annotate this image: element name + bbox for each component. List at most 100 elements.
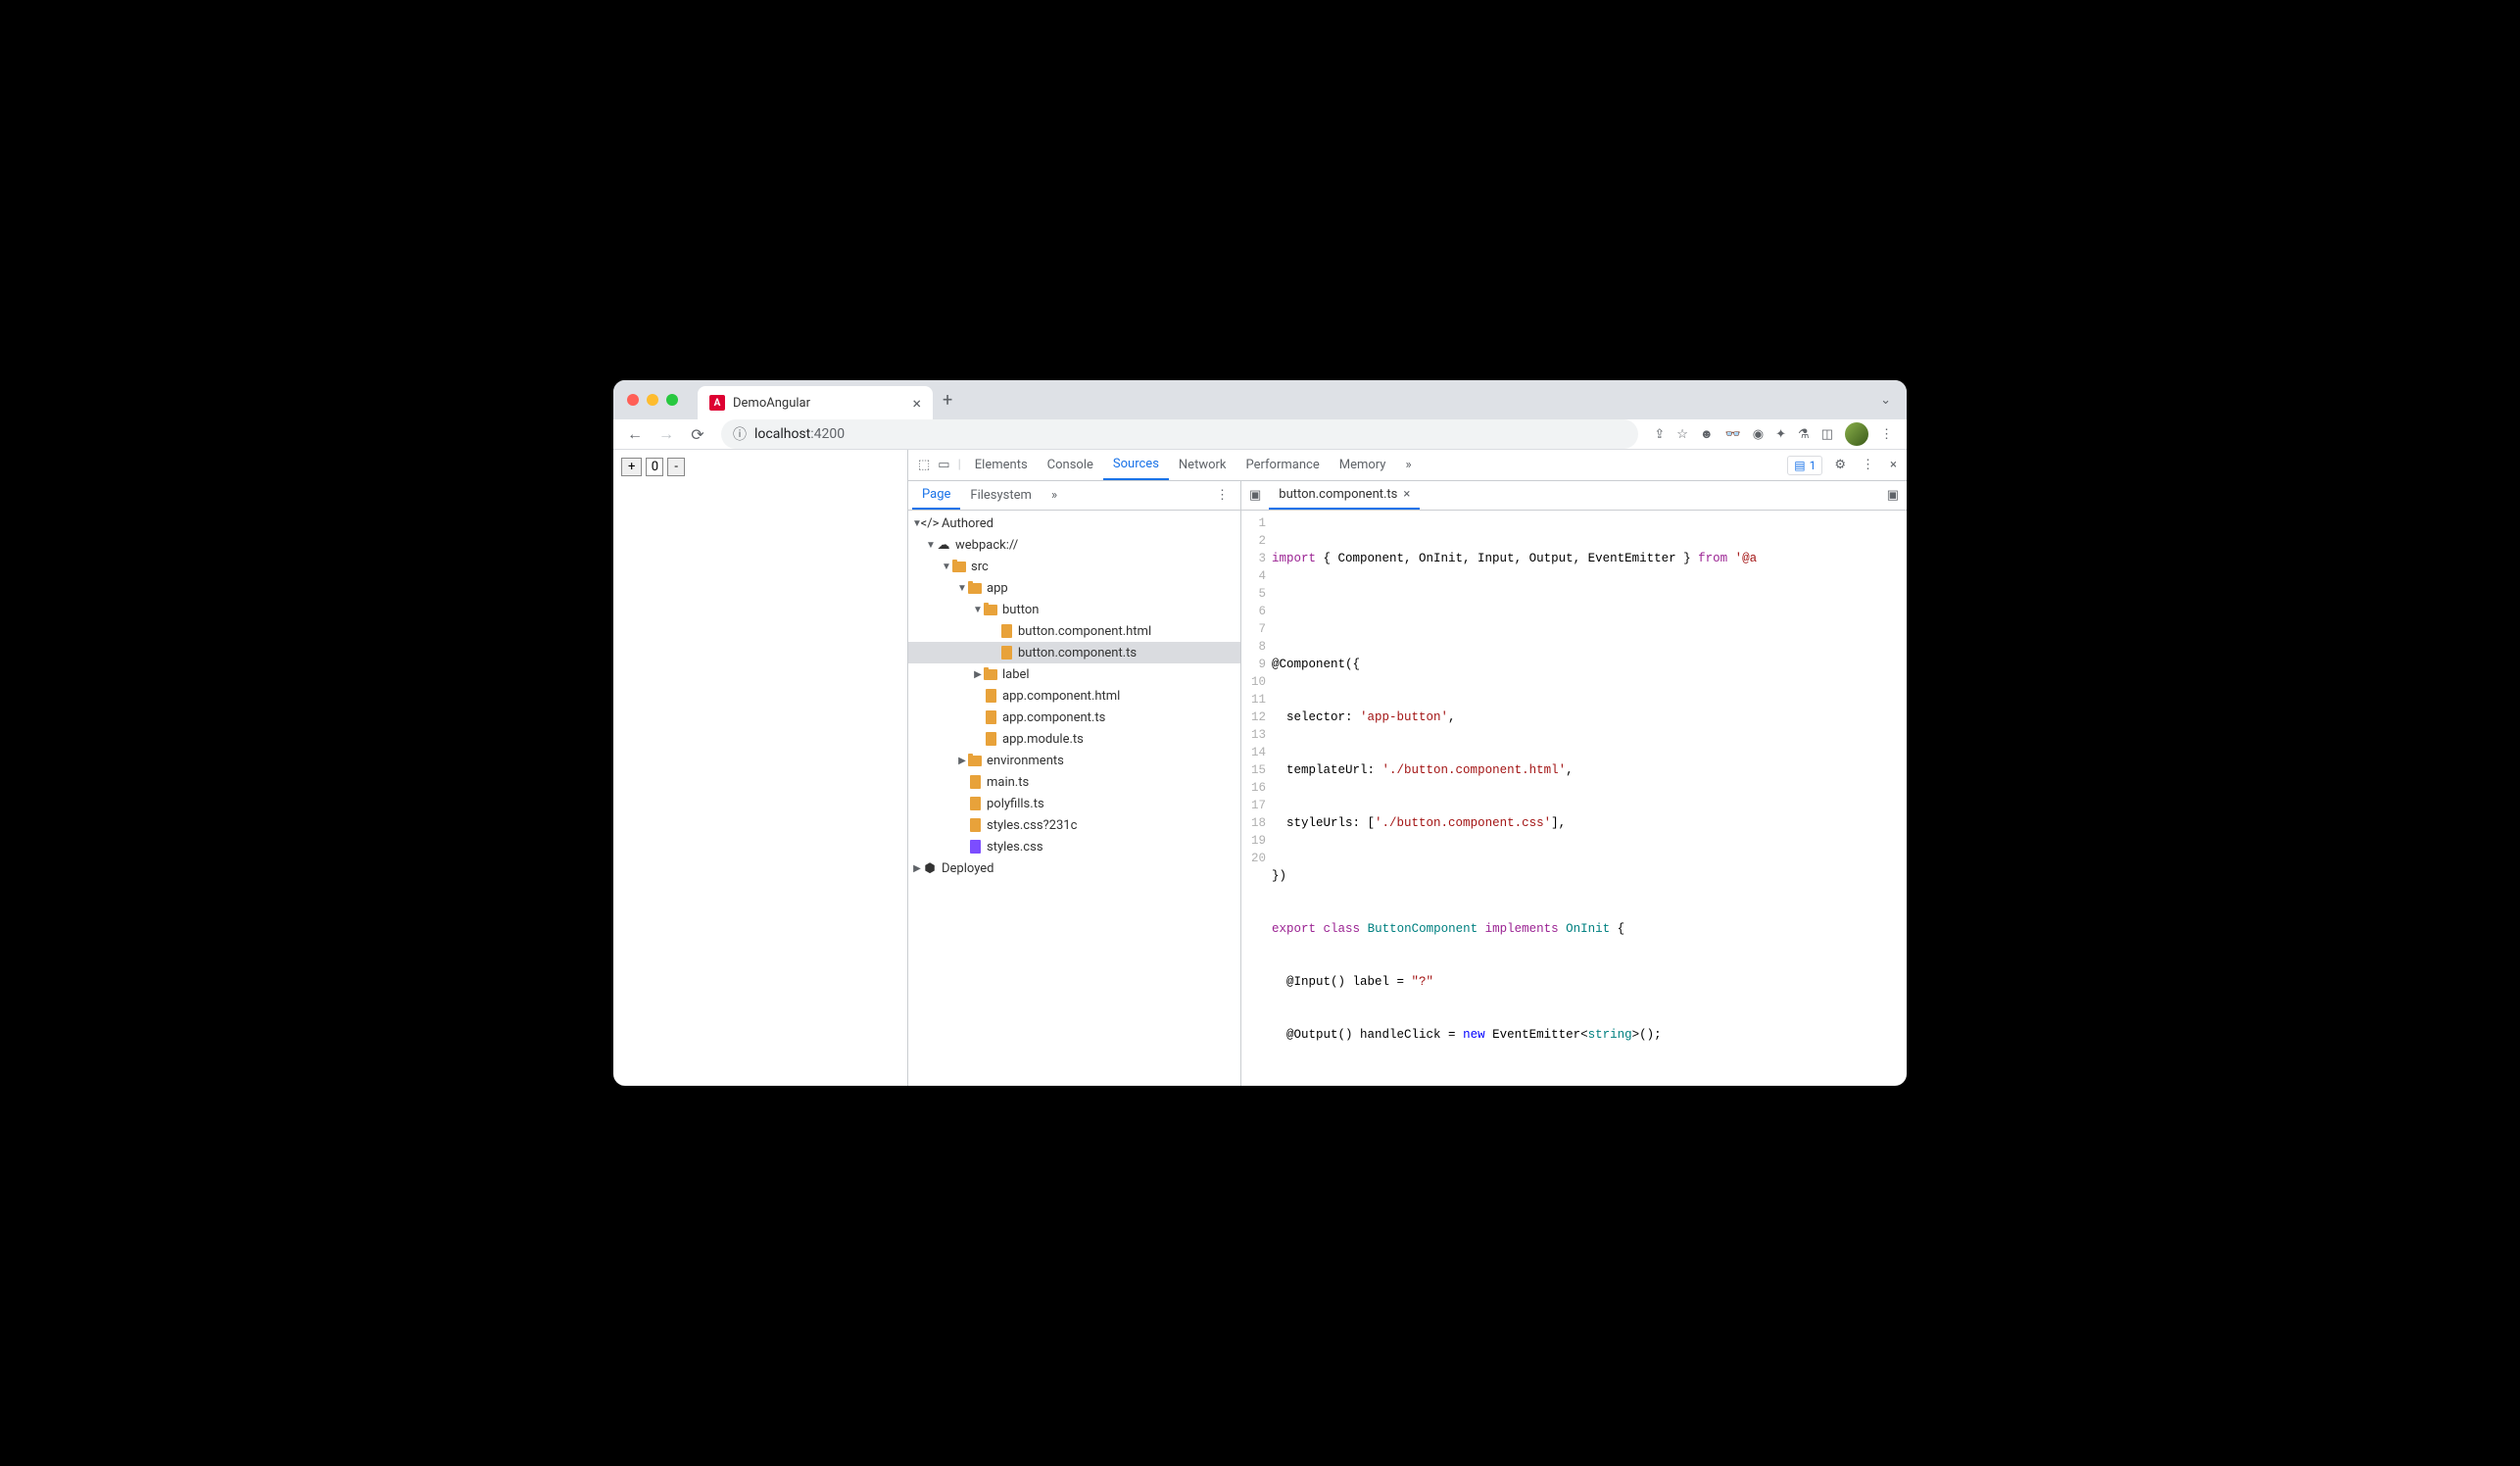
deployed-icon: ⬢ bbox=[922, 860, 938, 876]
bookmark-icon[interactable]: ☆ bbox=[1676, 427, 1688, 442]
increment-button[interactable]: + bbox=[621, 458, 642, 476]
labs-icon[interactable]: ⚗ bbox=[1798, 427, 1810, 442]
tree-src[interactable]: ▼src bbox=[908, 556, 1240, 577]
decrement-button[interactable]: - bbox=[667, 458, 685, 476]
tree-polyfills-ts[interactable]: polyfills.ts bbox=[908, 793, 1240, 814]
extension-icon-3[interactable]: ◉ bbox=[1753, 427, 1764, 442]
new-tab-button[interactable]: + bbox=[943, 390, 952, 411]
url-host: localhost bbox=[754, 426, 810, 442]
extension-icon-1[interactable]: ☻ bbox=[1700, 426, 1714, 442]
file-icon bbox=[983, 688, 998, 704]
folder-icon bbox=[967, 580, 983, 596]
file-icon bbox=[998, 623, 1014, 639]
code-editor[interactable]: 1234567891011121314151617181920 import {… bbox=[1241, 511, 1907, 1086]
editor-tabs: ▣ button.component.ts × ▣ bbox=[1241, 481, 1907, 511]
file-tree: ▼</>Authored ▼☁webpack:// ▼src ▼app ▼but… bbox=[908, 511, 1240, 1086]
file-icon bbox=[983, 731, 998, 747]
devtools-menu-icon[interactable]: ⋮ bbox=[1858, 458, 1878, 472]
nav-tab-overflow[interactable]: » bbox=[1042, 481, 1067, 510]
device-toolbar-icon[interactable]: ▭ bbox=[934, 458, 953, 472]
counter-value: 0 bbox=[646, 458, 663, 476]
tree-environments[interactable]: ▶environments bbox=[908, 750, 1240, 771]
close-tab-button[interactable]: × bbox=[912, 394, 921, 413]
sources-body: Page Filesystem » ⋮ ▼</>Authored ▼☁webpa… bbox=[908, 481, 1907, 1086]
extensions-icon[interactable]: ✦ bbox=[1775, 427, 1786, 442]
toggle-debugger-icon[interactable]: ▣ bbox=[1879, 488, 1907, 503]
devtools-tabs: ⬚ ▭ | Elements Console Sources Network P… bbox=[908, 450, 1907, 481]
toggle-navigator-icon[interactable]: ▣ bbox=[1241, 488, 1269, 503]
close-window-button[interactable] bbox=[627, 394, 639, 406]
content-area: + 0 - ⬚ ▭ | Elements Console Sources Net… bbox=[613, 450, 1907, 1086]
tree-styles-css[interactable]: styles.css bbox=[908, 836, 1240, 857]
editor-tab-label: button.component.ts bbox=[1279, 487, 1397, 502]
navigator-tabs: Page Filesystem » ⋮ bbox=[908, 481, 1240, 511]
tab-elements[interactable]: Elements bbox=[965, 450, 1038, 480]
window-controls bbox=[627, 394, 678, 406]
file-icon bbox=[983, 709, 998, 725]
file-icon bbox=[967, 839, 983, 855]
chrome-menu-icon[interactable]: ⋮ bbox=[1880, 427, 1893, 442]
reload-button[interactable]: ⟳ bbox=[684, 420, 711, 448]
tree-app-module-ts[interactable]: app.module.ts bbox=[908, 728, 1240, 750]
tab-network[interactable]: Network bbox=[1169, 450, 1236, 480]
issue-icon: ▤ bbox=[1794, 459, 1805, 472]
tab-console[interactable]: Console bbox=[1038, 450, 1103, 480]
back-button[interactable]: ← bbox=[621, 420, 649, 448]
url-port: :4200 bbox=[810, 426, 845, 442]
editor-tab-active[interactable]: button.component.ts × bbox=[1269, 481, 1420, 510]
folder-icon bbox=[967, 753, 983, 768]
sources-navigator: Page Filesystem » ⋮ ▼</>Authored ▼☁webpa… bbox=[908, 481, 1241, 1086]
tab-sources[interactable]: Sources bbox=[1103, 450, 1169, 480]
minimize-window-button[interactable] bbox=[647, 394, 658, 406]
issues-button[interactable]: ▤ 1 bbox=[1787, 456, 1822, 475]
site-info-icon[interactable]: ⓘ bbox=[733, 424, 747, 444]
tab-performance[interactable]: Performance bbox=[1236, 450, 1330, 480]
tab-overflow[interactable]: » bbox=[1395, 450, 1421, 480]
tab-memory[interactable]: Memory bbox=[1330, 450, 1396, 480]
folder-icon bbox=[983, 666, 998, 682]
tree-styles-q[interactable]: styles.css?231c bbox=[908, 814, 1240, 836]
nav-tab-filesystem[interactable]: Filesystem bbox=[960, 481, 1042, 510]
tab-dropdown-button[interactable]: ⌄ bbox=[1880, 393, 1891, 408]
code-icon: </> bbox=[922, 515, 938, 531]
tree-app-component-ts[interactable]: app.component.ts bbox=[908, 707, 1240, 728]
file-icon bbox=[967, 796, 983, 811]
tree-deployed[interactable]: ▶⬢Deployed bbox=[908, 857, 1240, 879]
line-gutter: 1234567891011121314151617181920 bbox=[1241, 511, 1272, 1086]
tree-button-ts[interactable]: button.component.ts bbox=[908, 642, 1240, 663]
tree-button-html[interactable]: button.component.html bbox=[908, 620, 1240, 642]
browser-tab[interactable]: A DemoAngular × bbox=[698, 386, 933, 419]
inspect-element-icon[interactable]: ⬚ bbox=[914, 458, 934, 472]
editor-area: ▣ button.component.ts × ▣ 12345678910111… bbox=[1241, 481, 1907, 1086]
browser-toolbar: ← → ⟳ ⓘ localhost:4200 ⇪ ☆ ☻ 👓 ◉ ✦ ⚗ ◫ ⋮ bbox=[613, 419, 1907, 450]
share-icon[interactable]: ⇪ bbox=[1654, 427, 1665, 442]
sidepanel-icon[interactable]: ◫ bbox=[1821, 427, 1833, 442]
tree-authored[interactable]: ▼</>Authored bbox=[908, 513, 1240, 534]
extension-icon-2[interactable]: 👓 bbox=[1725, 427, 1741, 442]
nav-tab-page[interactable]: Page bbox=[912, 481, 960, 510]
file-icon bbox=[967, 817, 983, 833]
close-devtools-icon[interactable]: × bbox=[1886, 458, 1901, 472]
close-editor-tab-icon[interactable]: × bbox=[1403, 487, 1410, 502]
settings-icon[interactable]: ⚙ bbox=[1830, 458, 1850, 472]
profile-avatar[interactable] bbox=[1845, 422, 1868, 446]
folder-icon bbox=[983, 602, 998, 617]
forward-button[interactable]: → bbox=[653, 420, 680, 448]
folder-icon bbox=[951, 559, 967, 574]
code-content: import { Component, OnInit, Input, Outpu… bbox=[1272, 511, 1757, 1086]
tree-main-ts[interactable]: main.ts bbox=[908, 771, 1240, 793]
tree-button-folder[interactable]: ▼button bbox=[908, 599, 1240, 620]
address-bar[interactable]: ⓘ localhost:4200 bbox=[721, 419, 1638, 449]
angular-favicon: A bbox=[709, 395, 725, 411]
file-icon bbox=[967, 774, 983, 790]
tree-app[interactable]: ▼app bbox=[908, 577, 1240, 599]
devtools-panel: ⬚ ▭ | Elements Console Sources Network P… bbox=[907, 450, 1907, 1086]
tree-webpack[interactable]: ▼☁webpack:// bbox=[908, 534, 1240, 556]
cloud-icon: ☁ bbox=[936, 537, 951, 553]
tab-strip: A DemoAngular × + ⌄ bbox=[613, 380, 1907, 419]
maximize-window-button[interactable] bbox=[666, 394, 678, 406]
tree-app-component-html[interactable]: app.component.html bbox=[908, 685, 1240, 707]
toolbar-actions: ⇪ ☆ ☻ 👓 ◉ ✦ ⚗ ◫ ⋮ bbox=[1648, 422, 1899, 446]
tree-label-folder[interactable]: ▶label bbox=[908, 663, 1240, 685]
navigator-menu-icon[interactable]: ⋮ bbox=[1208, 488, 1236, 503]
